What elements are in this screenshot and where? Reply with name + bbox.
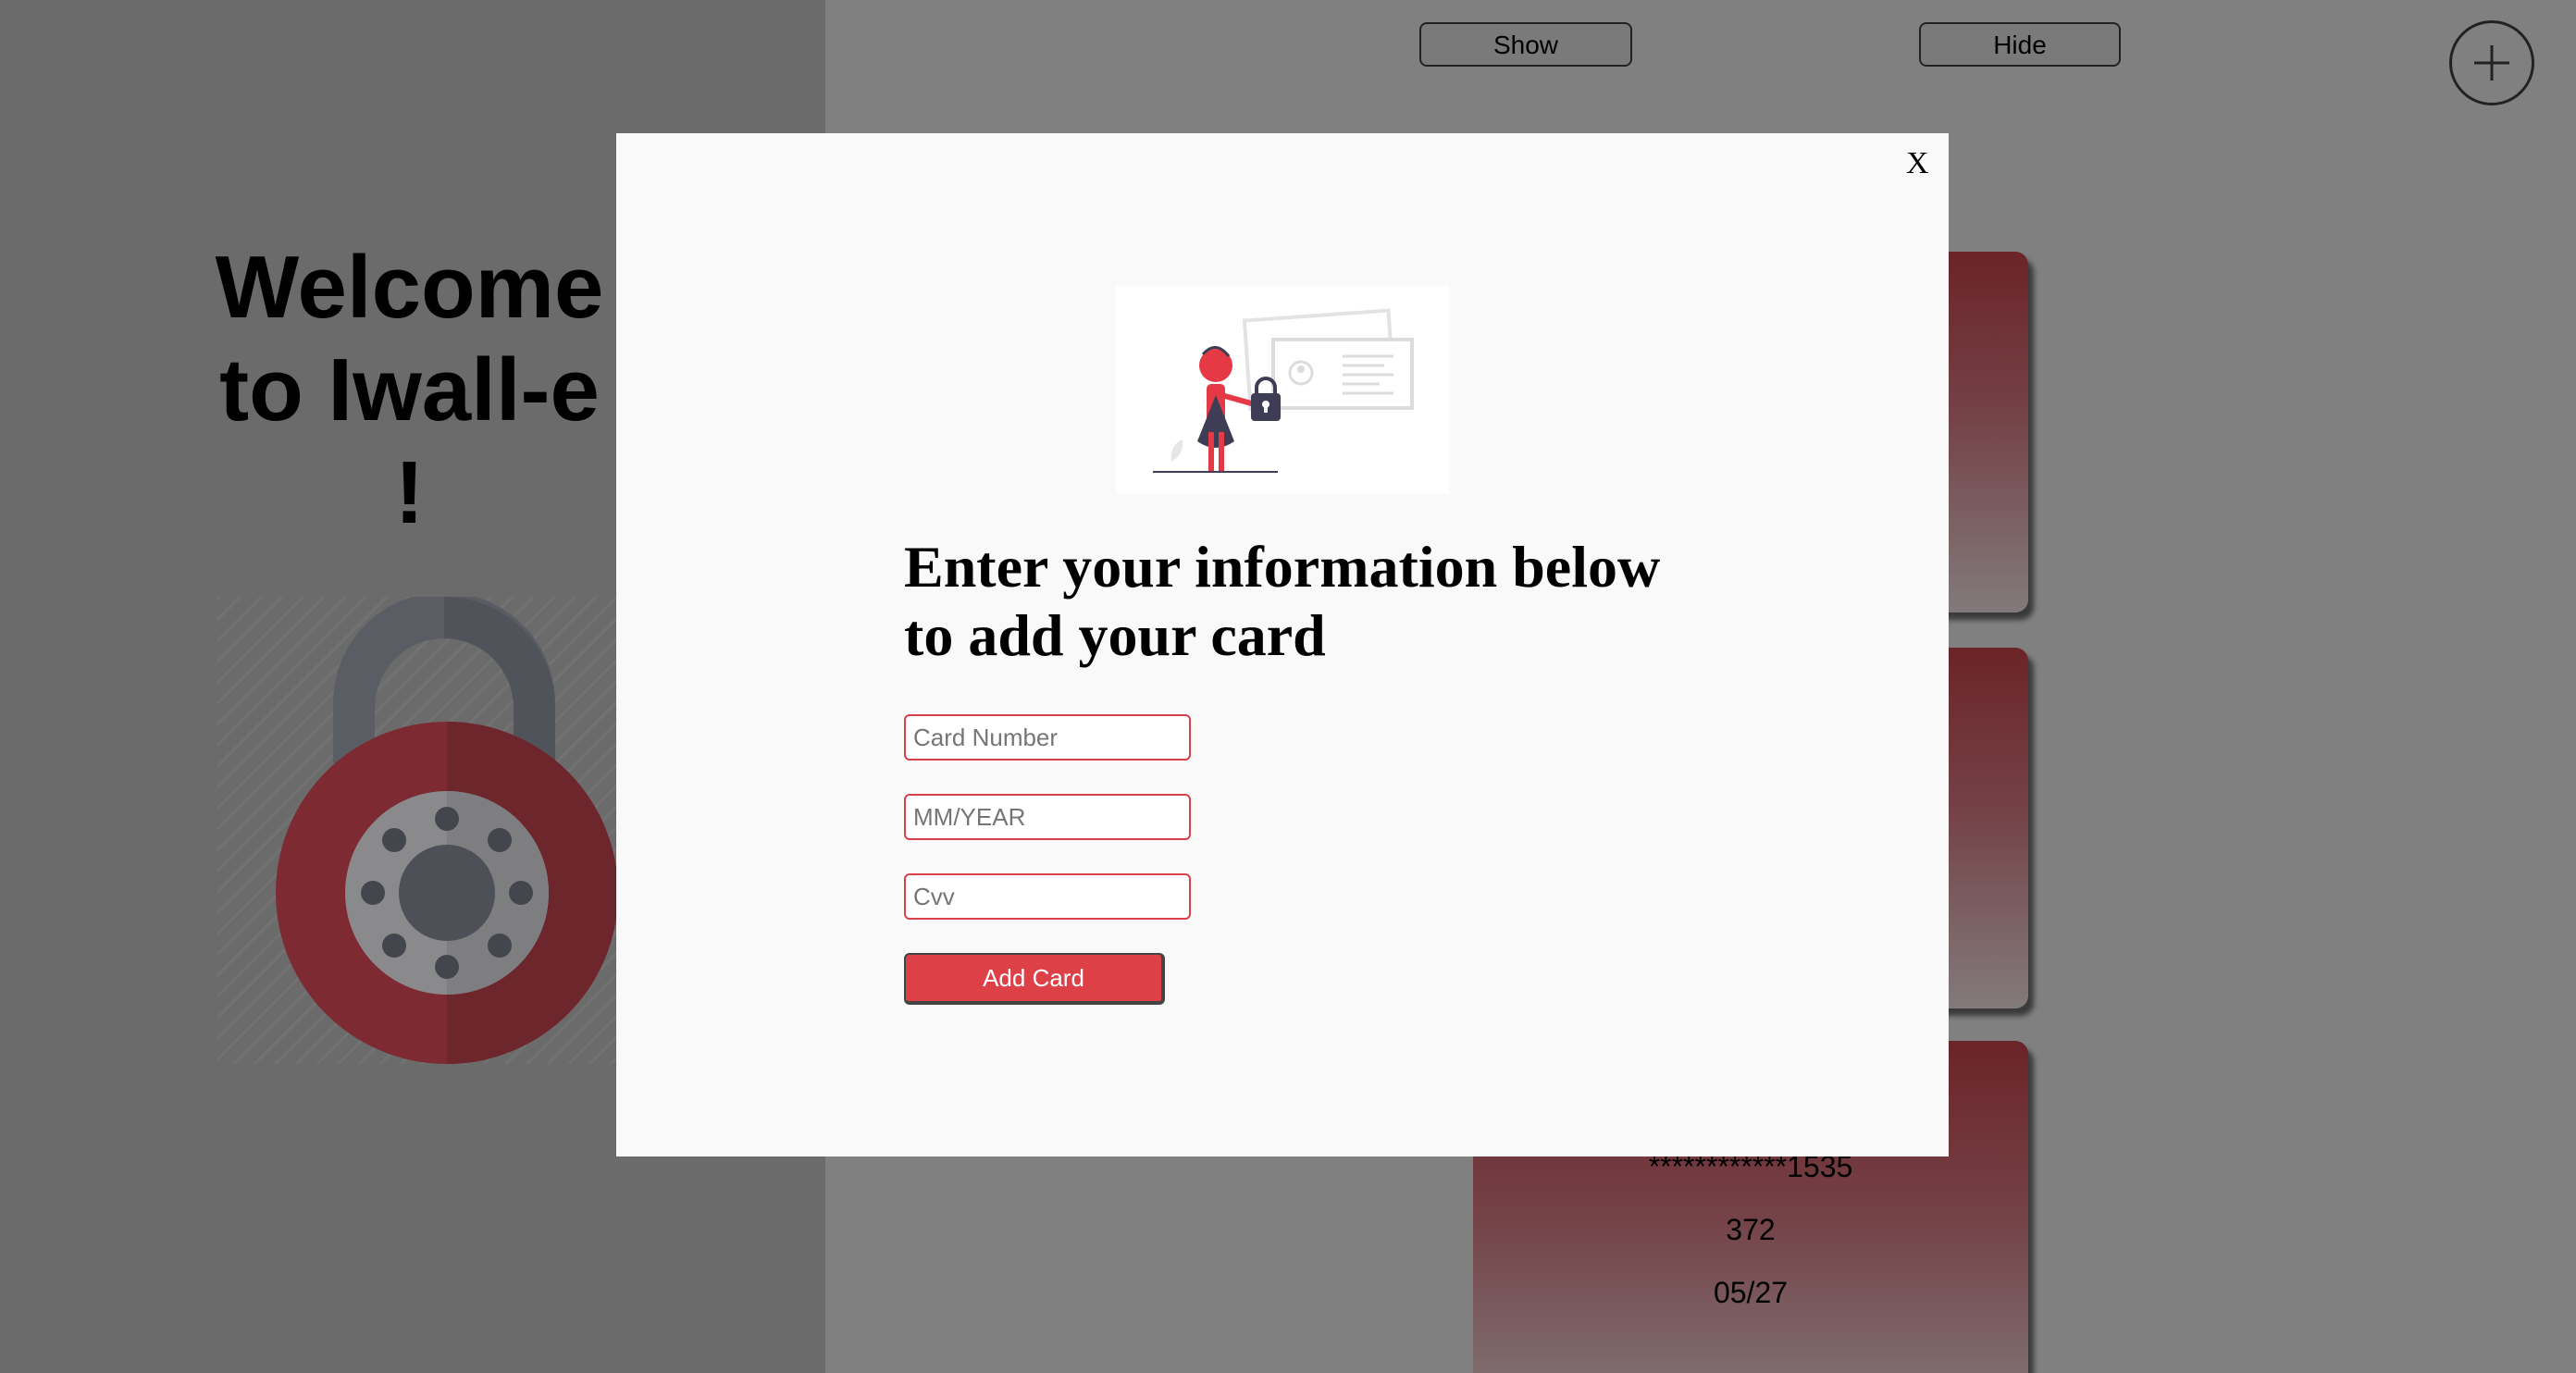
card-cvv: 372 <box>1726 1213 1776 1246</box>
welcome-line-3: ! <box>394 443 425 542</box>
welcome-title: Welcome to Iwall-e ! <box>157 236 662 544</box>
page: Welcome to Iwall-e ! Show Hide *********… <box>0 0 2576 1373</box>
close-button[interactable]: X <box>1906 146 1929 181</box>
security-illustration <box>1116 286 1449 494</box>
add-card-button[interactable] <box>2449 20 2534 105</box>
padlock-illustration <box>217 597 625 1064</box>
welcome-line-2: to Iwall-e <box>219 340 600 439</box>
plus-icon <box>2474 45 2509 80</box>
card-expiry: 05/27 <box>1713 1276 1789 1309</box>
modal-heading-line-1: Enter your information below <box>904 534 1661 600</box>
welcome-line-1: Welcome <box>215 238 604 337</box>
card-number-input[interactable] <box>904 714 1191 761</box>
expiry-date-input[interactable] <box>904 794 1191 840</box>
add-card-submit-button[interactable]: Add Card <box>904 953 1165 1005</box>
add-card-modal: X Enter your information below to add yo… <box>616 133 1949 1157</box>
modal-heading-line-2: to add your card <box>904 602 1326 668</box>
hide-button[interactable]: Hide <box>1919 22 2121 67</box>
show-button[interactable]: Show <box>1419 22 1632 67</box>
modal-heading: Enter your information below to add your… <box>904 533 1737 670</box>
cvv-input[interactable] <box>904 873 1191 920</box>
